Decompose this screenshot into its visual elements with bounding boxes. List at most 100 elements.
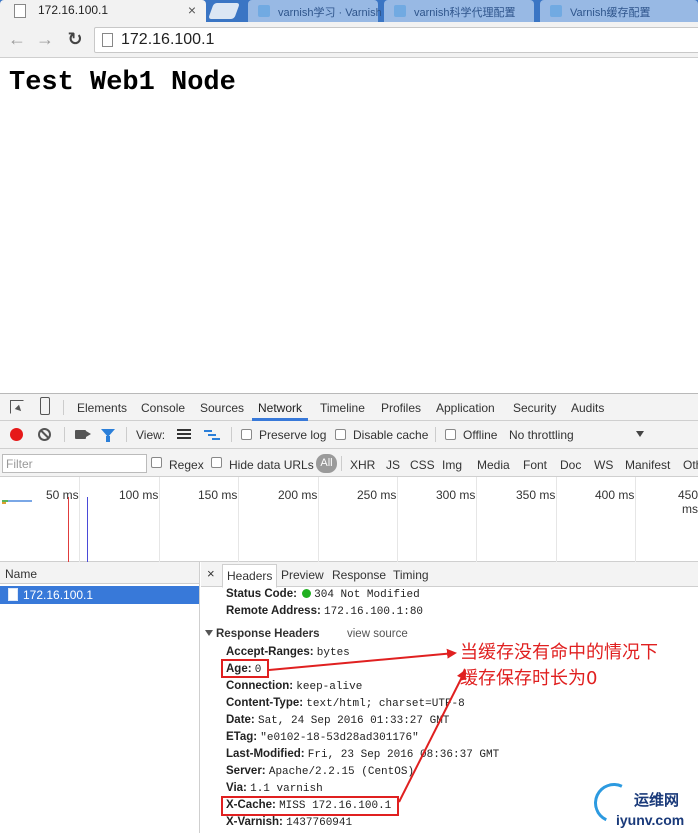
annotation-line-1: 当缓存没有命中的情况下 xyxy=(460,642,658,663)
disable-cache-checkbox[interactable] xyxy=(335,429,346,440)
header-row: Accept-Ranges: bytes xyxy=(226,646,350,659)
timeline-tick-label: 150 ms xyxy=(198,488,238,502)
header-row: Via: 1.1 varnish xyxy=(226,782,323,795)
filter-type-img[interactable]: Img xyxy=(442,458,462,472)
toolbar-divider xyxy=(435,427,436,442)
timeline-tick-label: 350 ms xyxy=(516,488,556,502)
tab-security[interactable]: Security xyxy=(513,401,556,415)
offline-checkbox[interactable] xyxy=(445,429,456,440)
request-row[interactable]: 172.16.100.1 xyxy=(0,586,199,604)
filter-type-media[interactable]: Media xyxy=(477,458,510,472)
section-title-label: Response Headers xyxy=(216,628,320,640)
header-key: Remote Address: xyxy=(226,605,321,617)
device-mode-icon[interactable] xyxy=(40,397,50,415)
timeline-gridline xyxy=(556,477,557,562)
tab-favicon-icon xyxy=(394,5,406,17)
header-row: X-Varnish: 1437760941 xyxy=(226,816,352,829)
toolbar-divider xyxy=(64,427,65,442)
tab-timeline[interactable]: Timeline xyxy=(320,401,365,415)
filter-type-manifest[interactable]: Manifest xyxy=(625,458,670,472)
tab-elements[interactable]: Elements xyxy=(77,401,127,415)
list-view-icon[interactable] xyxy=(177,429,191,439)
tab-sources[interactable]: Sources xyxy=(200,401,244,415)
browser-tab-background-1[interactable]: varnish学习 · Varnish xyxy=(248,0,382,22)
offline-label: Offline xyxy=(463,428,498,442)
header-key: Content-Type: xyxy=(226,697,304,709)
new-tab-button[interactable] xyxy=(208,3,240,19)
tab-preview[interactable]: Preview xyxy=(281,568,324,582)
page-heading: Test Web1 Node xyxy=(9,68,236,98)
browser-tab-background-2[interactable]: varnish科学代理配置 xyxy=(384,0,534,22)
filter-type-doc[interactable]: Doc xyxy=(560,458,581,472)
tab-application[interactable]: Application xyxy=(436,401,495,415)
hide-data-urls-label: Hide data URLs xyxy=(229,458,314,472)
back-arrow-icon[interactable]: ← xyxy=(6,28,28,50)
header-key: X-Varnish: xyxy=(226,816,283,828)
header-key: Server: xyxy=(226,765,266,777)
throttling-select[interactable]: No throttling xyxy=(509,428,574,442)
preserve-log-label: Preserve log xyxy=(259,428,327,442)
filter-type-css[interactable]: CSS xyxy=(410,458,435,472)
clear-icon[interactable] xyxy=(38,428,51,441)
network-overview-timeline[interactable]: 50 ms 100 ms 150 ms 200 ms 250 ms 300 ms… xyxy=(0,477,698,562)
preserve-log-checkbox[interactable] xyxy=(241,429,252,440)
header-value: text/html; charset=UTF-8 xyxy=(306,698,465,710)
header-key: Last-Modified: xyxy=(226,748,305,760)
header-key: Accept-Ranges: xyxy=(226,646,314,658)
tab-profiles[interactable]: Profiles xyxy=(381,401,421,415)
devtools-panel: Elements Console Sources Network Timelin… xyxy=(0,393,698,833)
regex-checkbox[interactable] xyxy=(151,457,162,468)
filter-type-xhr[interactable]: XHR xyxy=(350,458,375,472)
screenshot-camera-icon[interactable] xyxy=(75,430,91,439)
tab-timing[interactable]: Timing xyxy=(393,568,429,582)
forward-arrow-icon[interactable]: → xyxy=(34,28,56,50)
browser-tab-active[interactable]: 172.16.100.1 × xyxy=(0,0,206,22)
page-info-icon[interactable] xyxy=(102,33,113,47)
toolbar-divider xyxy=(126,427,127,442)
filter-funnel-icon[interactable] xyxy=(101,429,115,442)
reload-icon[interactable]: ↻ xyxy=(64,28,86,50)
tab-response[interactable]: Response xyxy=(332,568,386,582)
waterfall-view-icon[interactable] xyxy=(204,429,220,440)
tab-network[interactable]: Network xyxy=(258,401,302,415)
header-row: Last-Modified: Fri, 23 Sep 2016 08:36:37… xyxy=(226,748,499,761)
tab-favicon-icon xyxy=(550,5,562,17)
age-highlight-box xyxy=(221,659,269,678)
chevron-down-icon[interactable] xyxy=(636,431,644,437)
filter-input[interactable] xyxy=(2,454,147,473)
filter-type-all[interactable]: All xyxy=(316,454,337,473)
name-column-header[interactable]: Name xyxy=(0,562,199,584)
tab-console[interactable]: Console xyxy=(141,401,185,415)
timeline-gridline xyxy=(397,477,398,562)
timeline-tick-label: 300 ms xyxy=(436,488,476,502)
header-value: "e0102-18-53d28ad301176" xyxy=(260,732,419,744)
browser-tab-background-title: varnish学习 · Varnish xyxy=(278,7,382,19)
close-icon[interactable]: × xyxy=(207,566,215,581)
hide-data-urls-checkbox[interactable] xyxy=(211,457,222,468)
timeline-gridline xyxy=(238,477,239,562)
header-value: 172.16.100.1:80 xyxy=(324,606,424,618)
view-source-link[interactable]: view source xyxy=(347,628,408,640)
inspect-element-icon[interactable] xyxy=(10,400,24,414)
timeline-tick-label: 100 ms xyxy=(119,488,159,502)
filter-type-ws[interactable]: WS xyxy=(594,458,613,472)
header-key: Connection: xyxy=(226,680,294,692)
page-favicon-icon xyxy=(14,4,26,18)
header-row: ETag: "e0102-18-53d28ad301176" xyxy=(226,731,419,744)
record-button[interactable] xyxy=(10,428,23,441)
timeline-gridline xyxy=(79,477,80,562)
timeline-gridline xyxy=(476,477,477,562)
response-headers-section-toggle[interactable]: Response Headers xyxy=(205,628,320,640)
address-bar[interactable]: 172.16.100.1 xyxy=(94,27,698,53)
tab-headers[interactable]: Headers xyxy=(222,564,278,588)
filter-type-js[interactable]: JS xyxy=(386,458,400,472)
close-tab-icon[interactable]: × xyxy=(188,2,196,18)
filter-type-other[interactable]: Oth xyxy=(683,458,698,472)
filter-type-font[interactable]: Font xyxy=(523,458,547,472)
triangle-down-icon xyxy=(205,630,213,636)
timeline-tick-label: 250 ms xyxy=(357,488,397,502)
tab-audits[interactable]: Audits xyxy=(571,401,604,415)
address-url[interactable]: 172.16.100.1 xyxy=(121,31,214,49)
browser-tab-background-3[interactable]: Varnish缓存配置 xyxy=(540,0,698,22)
browser-tab-strip: 172.16.100.1 × varnish学习 · Varnish varni… xyxy=(0,0,698,22)
